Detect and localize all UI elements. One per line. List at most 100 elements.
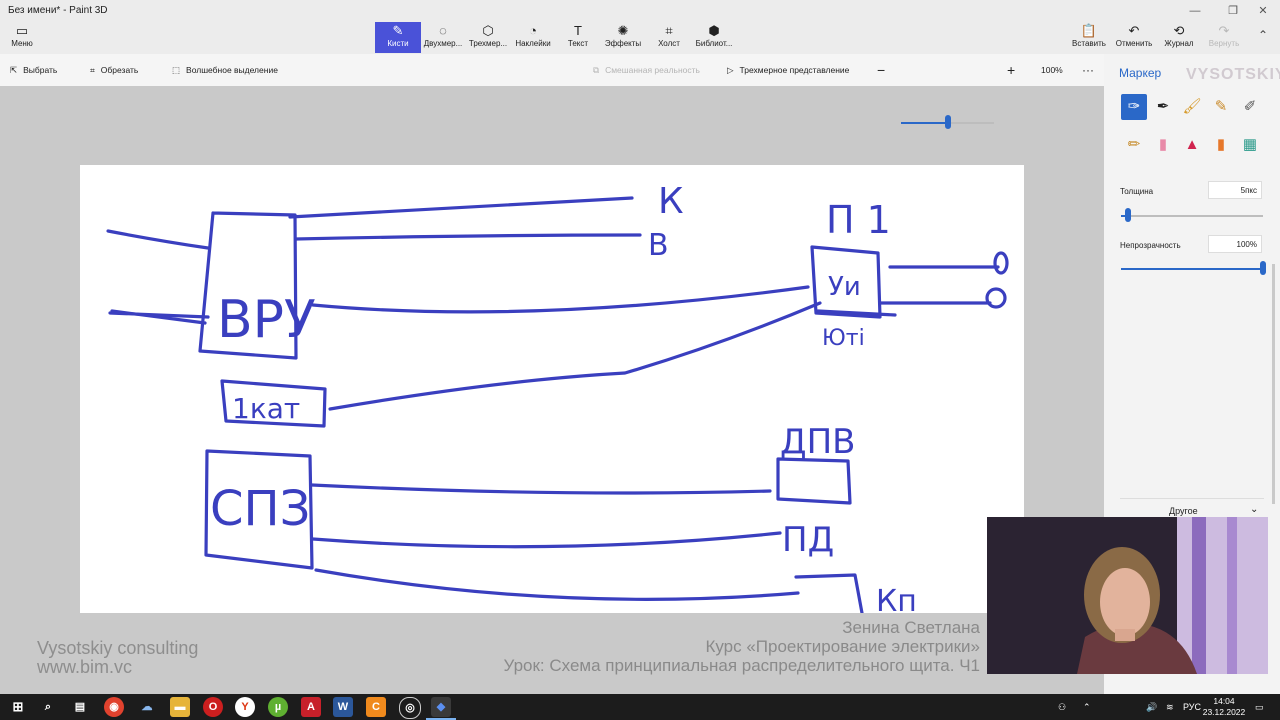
magic-select-icon: ⬚ xyxy=(172,65,181,75)
panel-scrollbar[interactable] xyxy=(1272,264,1275,504)
opacity-slider-thumb[interactable] xyxy=(1260,261,1266,275)
other-dropdown[interactable]: Другое xyxy=(1169,506,1198,516)
yomi-label: Юті xyxy=(822,326,865,351)
chevron-down-icon[interactable]: ⌄ xyxy=(1250,504,1258,515)
pixel-pen-icon[interactable]: ✐ xyxy=(1237,94,1263,120)
maximize-button[interactable]: ❐ xyxy=(1216,0,1250,22)
opacity-value[interactable]: 100% xyxy=(1208,235,1262,253)
input-line-1 xyxy=(106,229,210,250)
redo-button[interactable]: ↷ Вернуть xyxy=(1201,22,1247,53)
crop-button[interactable]: ⌗ Обрезать xyxy=(90,54,138,86)
terminal-2 xyxy=(985,287,1007,309)
sketch: ВРУ К В П 1 Уи Юті 1кат СПЗ ДПВ ПД Кп xyxy=(106,181,1009,619)
more-button[interactable]: ··· xyxy=(1082,54,1094,86)
kat-label: 1кат xyxy=(232,392,300,425)
windows-start-icon[interactable]: ⊞ xyxy=(8,697,28,717)
magic-select-button[interactable]: ⬚ Волшебное выделение xyxy=(172,54,278,86)
thickness-value[interactable]: 5пкс xyxy=(1208,181,1262,199)
undo-button[interactable]: ↶ Отменить xyxy=(1111,22,1157,53)
eraser-icon[interactable]: ▮ xyxy=(1150,132,1176,158)
clock-date[interactable]: 23.12.2022 xyxy=(1202,707,1246,717)
taskbar: ⊞ ⌕ ▤ ◉ ☁ ▬ O Y µ A W C ◎ ◆ ⚇ ⌃ 🔊 ≋ РУС … xyxy=(0,694,1280,720)
tab-3d-shapes[interactable]: ⬡ Трехмер... xyxy=(465,22,511,53)
app-c-icon[interactable]: C xyxy=(366,697,386,717)
tab-library[interactable]: ⬢ Библиот... xyxy=(691,22,737,53)
notifications-icon[interactable]: ▭ xyxy=(1255,694,1264,720)
close-button[interactable]: ✕ xyxy=(1246,0,1280,22)
word-icon[interactable]: W xyxy=(333,697,353,717)
lesson-title: Урок: Схема принципиальная распределител… xyxy=(503,656,980,675)
undo-label: Отменить xyxy=(1115,39,1153,48)
yandex-icon[interactable]: Y xyxy=(235,697,255,717)
autocad-icon[interactable]: A xyxy=(301,697,321,717)
menu-button[interactable]: ▭ Меню xyxy=(0,22,44,53)
clock-time[interactable]: 14:04 xyxy=(1206,696,1242,706)
oil-brush-icon[interactable]: 🖌 xyxy=(1179,94,1205,120)
thickness-slider-thumb[interactable] xyxy=(1125,208,1132,222)
kp-label: Кп xyxy=(876,584,917,613)
mixed-reality-icon: ⧉ xyxy=(593,65,600,75)
task-view-icon[interactable]: ▤ xyxy=(70,697,90,717)
cloud-icon[interactable]: ☁ xyxy=(137,697,157,717)
tab-stickers[interactable]: ◔ Наклейки xyxy=(510,22,556,53)
p1-label: П 1 xyxy=(826,198,891,242)
network-icon[interactable]: ≋ xyxy=(1166,694,1174,720)
chevron-up-icon[interactable]: ⌃ xyxy=(1083,694,1091,720)
tab-brushes[interactable]: ✎ Кисти xyxy=(375,22,421,53)
watercolor-icon[interactable]: ✎ xyxy=(1208,94,1234,120)
history-label: Журнал xyxy=(1164,39,1194,48)
mixed-reality-label: Смешанная реальность xyxy=(605,65,700,75)
marker-icon[interactable]: ✑ xyxy=(1121,94,1147,120)
tab-2d-shapes-label: Двухмер... xyxy=(423,39,463,48)
spz-label: СПЗ xyxy=(210,481,310,537)
pencil-icon[interactable]: ✏ xyxy=(1121,132,1147,158)
crop-label: Обрезать xyxy=(100,65,139,75)
text-icon: T xyxy=(574,23,582,38)
opera-icon[interactable]: O xyxy=(203,697,223,717)
line-to-pd xyxy=(311,531,782,549)
tab-effects[interactable]: ✺ Эффекты xyxy=(600,22,646,53)
line-to-k xyxy=(288,196,634,219)
paint3d-icon[interactable]: ◆ xyxy=(431,697,451,717)
calligraphy-pen-icon[interactable]: ✒ xyxy=(1150,94,1176,120)
zoom-in-button[interactable]: + xyxy=(1007,54,1015,86)
webcam-overlay xyxy=(987,517,1268,674)
tab-2d-shapes[interactable]: ◌ Двухмер... xyxy=(420,22,466,53)
thickness-slider-track[interactable] xyxy=(1121,215,1263,217)
collapse-ribbon-button[interactable]: ⌃ xyxy=(1258,28,1268,42)
mixed-reality-button[interactable]: ⧉ Смешанная реальность xyxy=(593,54,700,86)
paste-button[interactable]: 📋 Вставить xyxy=(1066,22,1112,53)
panel-title: Маркер xyxy=(1119,66,1162,80)
volume-icon[interactable]: 🔊 xyxy=(1146,694,1157,720)
search-icon[interactable]: ⌕ xyxy=(38,697,58,717)
crayon-icon[interactable]: ▲ xyxy=(1179,132,1205,158)
tab-text-label: Текст xyxy=(567,39,589,48)
line-to-ui xyxy=(311,285,810,314)
tab-effects-label: Эффекты xyxy=(604,39,642,48)
author-name: Зенина Светлана xyxy=(842,618,980,637)
view-3d-button[interactable]: ▷ Трехмерное представление xyxy=(727,54,849,86)
ribbon: ▭ Меню ✎ Кисти ◌ Двухмер... ⬡ Трехмер...… xyxy=(0,22,1280,54)
spray-can-icon[interactable]: ▮ xyxy=(1208,132,1234,158)
fill-icon[interactable]: ▦ xyxy=(1237,132,1263,158)
chrome-icon[interactable]: ◉ xyxy=(104,697,124,717)
select-button[interactable]: ⇱ Выбрать xyxy=(10,54,57,86)
folder-icon: ▭ xyxy=(15,23,29,38)
capture-icon[interactable]: ◎ xyxy=(399,697,421,719)
people-icon[interactable]: ⚇ xyxy=(1058,694,1066,720)
zoom-out-button[interactable]: − xyxy=(877,54,885,86)
undo-icon: ↶ xyxy=(1128,23,1140,38)
minimize-button[interactable]: — xyxy=(1178,0,1212,22)
brush-icon: ✎ xyxy=(392,23,404,38)
language-indicator[interactable]: РУС xyxy=(1183,694,1201,720)
tab-brushes-label: Кисти xyxy=(387,39,409,48)
utorrent-icon[interactable]: µ xyxy=(268,697,288,717)
tab-text[interactable]: T Текст xyxy=(555,22,601,53)
history-button[interactable]: ⟲ Журнал xyxy=(1156,22,1202,53)
file-explorer-icon[interactable]: ▬ xyxy=(170,697,190,717)
drawing-canvas[interactable]: ВРУ К В П 1 Уи Юті 1кат СПЗ ДПВ ПД Кп xyxy=(80,165,1024,619)
zoom-slider-thumb[interactable] xyxy=(944,115,951,129)
tab-canvas[interactable]: ⌗ Холст xyxy=(646,22,692,53)
tab-stickers-label: Наклейки xyxy=(515,39,551,48)
history-icon: ⟲ xyxy=(1173,23,1185,38)
